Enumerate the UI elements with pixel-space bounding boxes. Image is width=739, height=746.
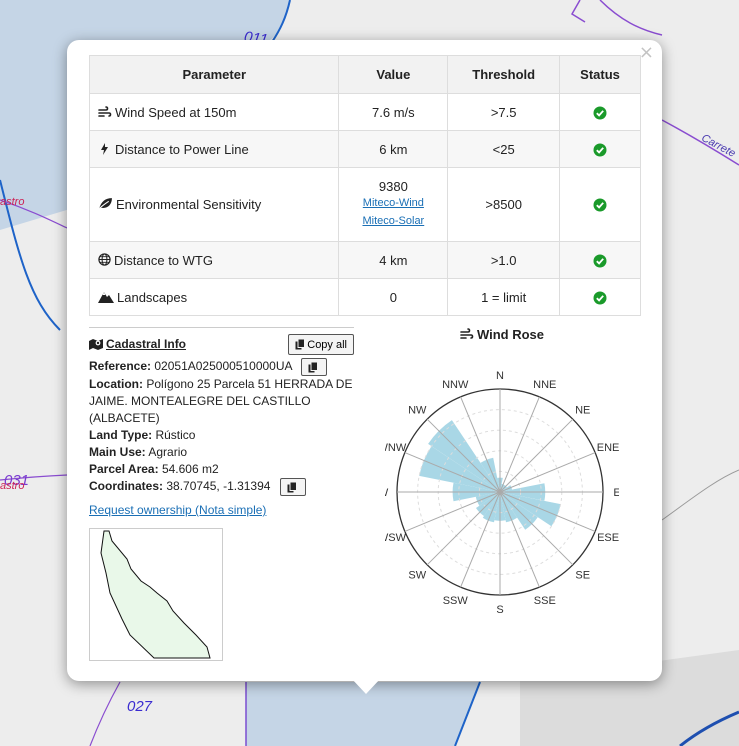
wind-rose-title: Wind Rose bbox=[476, 327, 545, 342]
map-marker-icon bbox=[89, 339, 103, 350]
wind-rose-label-e: E bbox=[613, 487, 619, 499]
main-use-label: Main Use: bbox=[89, 445, 146, 459]
main-use-row: Main Use: Agrario bbox=[89, 444, 354, 461]
wind-rose-spoke bbox=[499, 418, 574, 493]
reference-row: Reference: 02051A025000510000UA bbox=[89, 358, 354, 376]
wind-icon bbox=[98, 105, 112, 117]
parameters-table: Parameter Value Threshold Status Wind Sp… bbox=[88, 55, 641, 316]
header-threshold: Threshold bbox=[447, 55, 561, 94]
parcel-outline bbox=[100, 530, 211, 659]
wind-rose-label-nne: NNE bbox=[533, 379, 556, 391]
wind-rose-label-wsw: WSW bbox=[385, 532, 407, 544]
leaf-icon bbox=[98, 198, 112, 210]
copy-reference-button[interactable] bbox=[301, 358, 328, 376]
wind-rose-panel: Wind Rose N NNE NE ENE E ESE SE SSE S SSW SW WSW W WN… bbox=[385, 327, 655, 627]
parameter-label: Environmental Sensitivity bbox=[116, 197, 262, 212]
cadastral-title: Cadastral Info bbox=[106, 337, 187, 351]
wind-rose-label-w: W bbox=[385, 487, 389, 499]
map-label-place: astro bbox=[0, 196, 25, 208]
mountain-icon bbox=[98, 291, 114, 303]
wind-rose-label-ese: ESE bbox=[597, 532, 619, 544]
land-type-row: Land Type: Rústico bbox=[89, 427, 354, 444]
wind-rose-label-nw: NW bbox=[408, 404, 427, 416]
copy-icon bbox=[295, 339, 306, 350]
wind-rose-chart: N NNE NE ENE E ESE SE SSE S SSW SW WSW W WNW NW NNW bbox=[385, 370, 619, 616]
globe-icon bbox=[98, 252, 111, 266]
close-icon[interactable]: × bbox=[639, 42, 654, 63]
parameter-label: Wind Speed at 150m bbox=[115, 104, 237, 120]
wind-rose-label-se: SE bbox=[575, 570, 590, 582]
parcel-info-popup: × Parameter Value Threshold Status Wind … bbox=[67, 40, 662, 681]
cadastral-info-panel: Cadastral Info Copy all Reference: 02051… bbox=[89, 327, 354, 661]
location-label: Location: bbox=[89, 377, 143, 391]
wind-rose-label-ne: NE bbox=[575, 404, 590, 416]
value-cell: 0 bbox=[338, 278, 449, 316]
wind-rose-label-ene: ENE bbox=[597, 442, 619, 454]
value-cell: 4 km bbox=[338, 241, 449, 279]
threshold-cell: >1.0 bbox=[447, 241, 561, 279]
wind-rose-spoke bbox=[426, 491, 501, 566]
check-circle-icon bbox=[593, 106, 607, 120]
bolt-icon bbox=[101, 142, 108, 155]
check-circle-icon bbox=[593, 198, 607, 212]
miteco-wind-link[interactable]: Miteco-Wind bbox=[363, 197, 424, 209]
wind-rose-label-nnw: NNW bbox=[442, 379, 469, 391]
reference-value: 02051A025000510000UA bbox=[154, 359, 292, 374]
wind-rose-label-s: S bbox=[496, 604, 503, 616]
parameter-label: Landscapes bbox=[117, 289, 188, 305]
table-row: Landscapes 0 1 = limit bbox=[88, 278, 641, 316]
map-label-place: astro bbox=[0, 480, 25, 492]
copy-icon bbox=[308, 361, 319, 372]
threshold-cell: 1 = limit bbox=[447, 278, 561, 316]
coordinates-label: Coordinates: bbox=[89, 479, 164, 494]
coordinates-value: 38.70745, -1.31394 bbox=[166, 479, 271, 494]
map-label-parcel-027: 027 bbox=[127, 698, 153, 715]
land-type-label: Land Type: bbox=[89, 428, 153, 442]
table-row: Wind Speed at 150m 7.6 m/s >7.5 bbox=[88, 93, 641, 131]
threshold-cell: >7.5 bbox=[447, 93, 561, 131]
parameter-label: Distance to WTG bbox=[114, 252, 213, 268]
check-circle-icon bbox=[593, 143, 607, 157]
check-circle-icon bbox=[593, 291, 607, 305]
header-parameter: Parameter bbox=[88, 55, 340, 94]
wind-icon bbox=[460, 328, 474, 339]
wind-rose-label-sse: SSE bbox=[534, 595, 556, 607]
value-cell: 7.6 m/s bbox=[338, 93, 449, 131]
copy-icon bbox=[287, 481, 297, 492]
parcel-area-value: 54.606 m2 bbox=[161, 462, 219, 476]
reference-label: Reference: bbox=[89, 359, 152, 374]
copy-coordinates-button[interactable] bbox=[279, 478, 306, 496]
value-cell: 9380 bbox=[378, 179, 408, 194]
table-row: Environmental Sensitivity 9380 Miteco-Wi… bbox=[88, 167, 641, 242]
parcel-shape-thumbnail bbox=[89, 528, 223, 661]
miteco-solar-link[interactable]: Miteco-Solar bbox=[362, 215, 424, 227]
parcel-area-label: Parcel Area: bbox=[89, 462, 159, 476]
table-row: Distance to Power Line 6 km <25 bbox=[88, 130, 641, 168]
check-circle-icon bbox=[593, 254, 607, 268]
copy-all-label: Copy all bbox=[307, 338, 347, 351]
header-value: Value bbox=[338, 55, 449, 94]
request-ownership-link[interactable]: Request ownership (Nota simple) bbox=[89, 502, 354, 519]
land-type-value: Rústico bbox=[155, 428, 196, 442]
wind-rose-label-n: N bbox=[496, 370, 504, 382]
parcel-area-row: Parcel Area: 54.606 m2 bbox=[89, 461, 354, 478]
threshold-cell: >8500 bbox=[447, 167, 561, 242]
value-cell: 6 km bbox=[338, 130, 449, 168]
header-status: Status bbox=[559, 55, 641, 94]
location-row: Location: Polígono 25 Parcela 51 HERRADA… bbox=[89, 376, 354, 427]
threshold-cell: <25 bbox=[447, 130, 561, 168]
wind-rose-label-sw: SW bbox=[408, 570, 426, 582]
parameter-label: Distance to Power Line bbox=[115, 141, 249, 157]
table-row: Distance to WTG 4 km >1.0 bbox=[88, 241, 641, 279]
wind-rose-label-wnw: WNW bbox=[385, 442, 407, 454]
coordinates-row: Coordinates: 38.70745, -1.31394 bbox=[89, 478, 354, 496]
main-use-value: Agrario bbox=[148, 445, 188, 459]
wind-rose-label-ssw: SSW bbox=[443, 595, 469, 607]
copy-all-button[interactable]: Copy all bbox=[288, 334, 354, 355]
popup-tip bbox=[351, 678, 381, 694]
